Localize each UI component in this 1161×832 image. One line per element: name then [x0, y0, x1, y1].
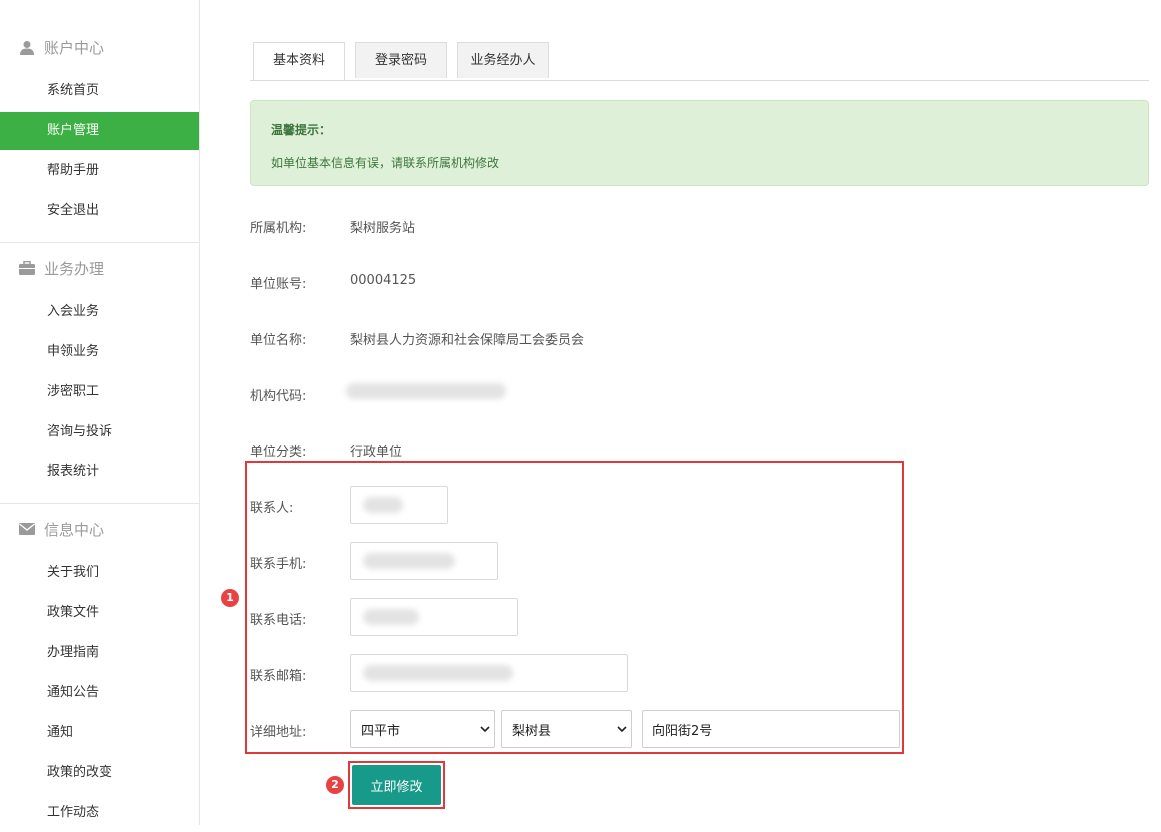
org-value: 梨树服务站 [350, 221, 416, 236]
tab-business-agent[interactable]: 业务经办人 [457, 42, 549, 78]
annotation-box-contact-fields [245, 461, 904, 754]
sidebar-item-notice[interactable]: 通知 [0, 714, 199, 752]
tab-login-password[interactable]: 登录密码 [355, 42, 447, 78]
account-value: 00004125 [350, 273, 417, 288]
user-icon [18, 38, 36, 56]
envelope-icon [18, 520, 36, 538]
sidebar-item-account-management[interactable]: 账户管理 [0, 112, 199, 150]
account-label: 单位账号: [250, 277, 307, 292]
sidebar-item-reports[interactable]: 报表统计 [0, 453, 199, 491]
sidebar-item-application[interactable]: 申领业务 [0, 333, 199, 371]
sidebar-group-account-center: 账户中心 [18, 35, 104, 59]
sidebar-item-policy-changes[interactable]: 政策的改变 [0, 754, 199, 792]
tab-basic-info[interactable]: 基本资料 [253, 42, 345, 80]
sidebar-group-info-center: 信息中心 [18, 517, 104, 541]
unit-name-label: 单位名称: [250, 333, 307, 348]
category-value: 行政单位 [350, 445, 403, 460]
annotation-marker-2: 2 [326, 776, 344, 794]
category-label: 单位分类: [250, 445, 307, 460]
sidebar-item-work-news[interactable]: 工作动态 [0, 794, 199, 832]
briefcase-icon [18, 259, 36, 277]
sidebar-group-business: 业务办理 [18, 256, 104, 280]
sidebar-group-title: 业务办理 [44, 259, 105, 278]
submit-button[interactable]: 立即修改 [352, 765, 441, 805]
sidebar-item-home[interactable]: 系统首页 [0, 72, 199, 110]
sidebar-item-announcements[interactable]: 通知公告 [0, 674, 199, 712]
sidebar-item-policy-docs[interactable]: 政策文件 [0, 594, 199, 632]
sidebar-item-classified-staff[interactable]: 涉密职工 [0, 373, 199, 411]
sidebar-group-title: 信息中心 [44, 520, 105, 539]
unit-name-value: 梨树县人力资源和社会保障局工会委员会 [350, 333, 585, 348]
org-label: 所属机构: [250, 221, 307, 236]
sidebar: 账户中心 系统首页 账户管理 帮助手册 安全退出 业务办理 入会业务 申领业务 … [0, 0, 200, 825]
sidebar-divider [0, 242, 199, 243]
sidebar-item-logout[interactable]: 安全退出 [0, 192, 199, 230]
tip-alert: 温馨提示： 如单位基本信息有误，请联系所属机构修改 [250, 100, 1149, 186]
alert-title: 温馨提示： [271, 123, 332, 137]
sidebar-item-consult-complaint[interactable]: 咨询与投诉 [0, 413, 199, 451]
sidebar-item-help[interactable]: 帮助手册 [0, 152, 199, 190]
sidebar-item-guide[interactable]: 办理指南 [0, 634, 199, 672]
tab-bar: 基本资料 登录密码 业务经办人 [250, 42, 1149, 81]
org-code-label: 机构代码: [250, 389, 307, 404]
sidebar-item-about[interactable]: 关于我们 [0, 554, 199, 592]
org-code-redacted [346, 383, 506, 399]
sidebar-item-membership[interactable]: 入会业务 [0, 293, 199, 331]
annotation-marker-1: 1 [221, 589, 239, 607]
sidebar-group-title: 账户中心 [44, 38, 105, 57]
alert-text: 如单位基本信息有误，请联系所属机构修改 [271, 156, 500, 170]
sidebar-divider [0, 503, 199, 504]
